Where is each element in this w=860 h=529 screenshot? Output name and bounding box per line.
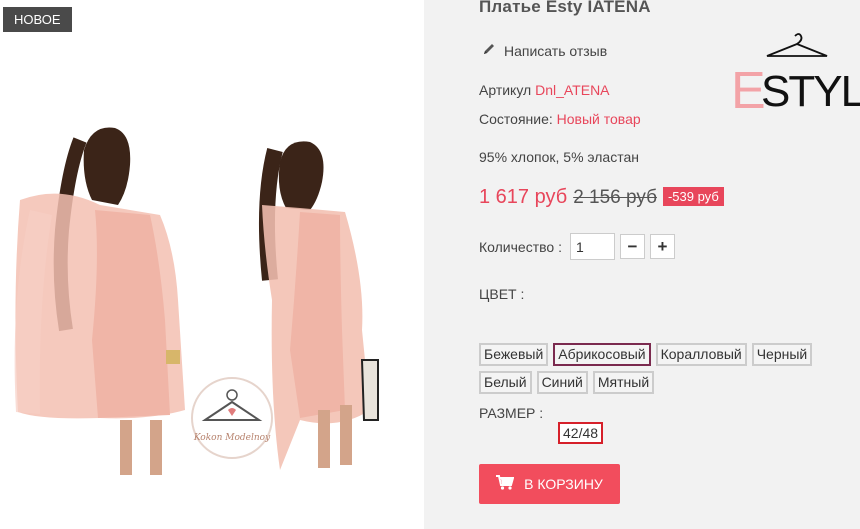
color-option-mint[interactable]: Мятный (592, 371, 655, 394)
watermark-logo: Kokon Modelnoy (191, 377, 273, 459)
brand-logo-letters: STYL (761, 67, 860, 112)
quantity-input[interactable] (569, 233, 615, 260)
color-option-apricot[interactable]: Абрикосовый (553, 343, 651, 366)
brand-logo: E STYL (731, 33, 860, 112)
composition: 95% хлопок, 5% эластан (479, 149, 639, 165)
write-review-label: Написать отзыв (504, 42, 608, 59)
cart-icon (496, 475, 515, 493)
color-options: Бежевый Абрикосовый Коралловый Черный Бе… (479, 343, 859, 394)
color-option-black[interactable]: Черный (751, 343, 813, 366)
sku-row: Артикул Dnl_ATENA (479, 82, 610, 98)
old-price: 2 156 руб (573, 187, 657, 208)
sku-label: Артикул (479, 82, 532, 98)
discount-badge: -539 руб (662, 187, 724, 206)
current-price: 1 617 руб (479, 186, 568, 208)
product-title: Платье Esty IATENA (479, 0, 651, 16)
model-right (258, 141, 379, 470)
color-title: ЦВЕТ : (479, 286, 525, 302)
color-option-coral[interactable]: Коралловый (655, 343, 747, 366)
add-to-cart-label: В КОРЗИНУ (524, 476, 603, 492)
condition-value: Новый товар (556, 111, 641, 127)
color-option-blue[interactable]: Синий (536, 371, 588, 394)
condition-label: Состояние: (479, 111, 553, 127)
model-left (14, 127, 185, 475)
add-to-cart-button[interactable]: В КОРЗИНУ (479, 464, 620, 504)
quantity-minus-button[interactable]: − (619, 234, 645, 259)
quantity-plus-button[interactable]: + (649, 234, 675, 259)
quantity-row: Количество : − + (479, 233, 675, 260)
quantity-label: Количество : (479, 238, 562, 255)
color-option-white[interactable]: Белый (479, 371, 532, 394)
new-badge: НОВОЕ (3, 7, 72, 32)
watermark-text: Kokon Modelnoy (193, 433, 271, 443)
product-photo[interactable]: Kokon Modelnoy (0, 0, 424, 490)
write-review-link[interactable]: Написать отзыв (482, 42, 607, 59)
condition-row: Состояние: Новый товар (479, 111, 641, 127)
product-info-panel: Платье Esty IATENA Написать отзыв E STYL… (424, 0, 860, 529)
size-option-42-48[interactable]: 42/48 (558, 422, 604, 444)
sku-value: Dnl_ATENA (535, 82, 610, 98)
price-row: 1 617 руб 2 156 руб -539 руб (479, 186, 724, 209)
size-title: РАЗМЕР : (479, 405, 544, 421)
color-option-beige[interactable]: Бежевый (479, 343, 549, 366)
product-image-panel: НОВОЕ Kokon Modelnoy (0, 0, 424, 529)
pencil-icon (482, 42, 496, 59)
